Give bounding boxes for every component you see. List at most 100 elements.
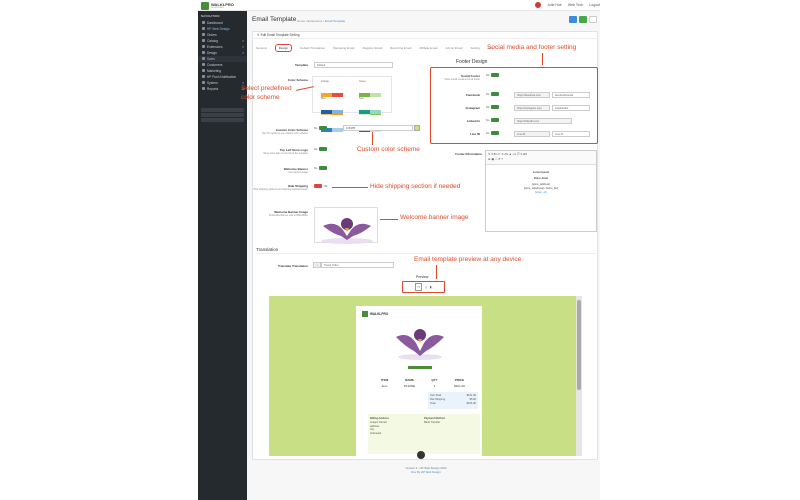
social-row-toggle[interactable]: No — [486, 118, 500, 122]
sidebar-item-label: Reports — [202, 87, 218, 91]
tab-recurring-email[interactable]: Recurring Email — [390, 46, 411, 50]
annotation-banner: Welcome banner image — [400, 214, 469, 221]
social-url-input[interactable]: https://linkedin.com — [514, 118, 572, 124]
annotation-preview: Email template preview at any device — [414, 256, 522, 263]
tab-design[interactable]: Design — [274, 44, 293, 52]
apply-button[interactable] — [579, 16, 587, 23]
welcome-banner-help: Use banner image — [288, 171, 308, 174]
scheme-teal[interactable] — [359, 101, 381, 137]
footer-dev[interactable]: Dev By HP Web Design — [376, 470, 476, 474]
payment-value: Bank Transfer — [424, 421, 441, 424]
table-cell: Item — [381, 384, 388, 388]
toggle-no: No — [486, 118, 490, 122]
email-logo: WALKLPRO — [362, 311, 388, 317]
toggle-no: No — [486, 92, 490, 96]
social-footer-toggle[interactable]: No — [486, 73, 500, 77]
color-scheme-label: Color Scheme — [287, 78, 308, 82]
banner-image-upload[interactable] — [314, 207, 378, 244]
tab-register-email[interactable]: Register Email — [363, 46, 383, 50]
tab-general[interactable]: General — [256, 46, 267, 50]
breadcrumb-extensions[interactable]: Extensions — [308, 19, 323, 23]
sidebar-item-label: Dashboard — [202, 21, 223, 25]
table-header: ITEM — [380, 378, 389, 382]
social-url-input[interactable]: Line ID — [514, 131, 550, 137]
sidebar-title: NAVIGATION — [201, 14, 220, 18]
mobile-icon[interactable]: ▮ — [430, 285, 432, 289]
social-url-input[interactable]: https://facebook.com — [514, 92, 550, 98]
social-handle-input[interactable]: instahandle — [552, 105, 590, 111]
social-row-label: Line ID — [469, 132, 480, 136]
divider — [256, 253, 596, 254]
tablet-icon[interactable]: ▯ — [425, 285, 427, 289]
breadcrumb-current[interactable]: Email Template — [325, 19, 345, 23]
table-cell: 1 — [433, 384, 436, 388]
welcome-banner-toggle[interactable]: No — [314, 166, 328, 170]
social-url-input[interactable]: https://instagram.com — [514, 105, 550, 111]
logo[interactable]: WALKLPRO SOLUTIONS — [198, 0, 247, 11]
sidebar-stat-bar — [201, 108, 244, 112]
sidebar-stat-bar — [201, 118, 244, 122]
save-button[interactable] — [569, 16, 577, 23]
footer-info-line: Lorem Ipsum — [532, 171, 550, 174]
table-header: PRICE — [454, 378, 465, 382]
toggle-no: No — [314, 166, 318, 170]
total-label: Total — [430, 402, 436, 405]
color-scheme-picker[interactable]: Orange Green Blue Teal — [312, 76, 392, 132]
menu-icon — [202, 57, 205, 60]
toggle-switch[interactable] — [491, 118, 500, 122]
toggle-switch[interactable] — [319, 147, 328, 151]
social-row-toggle[interactable]: No — [486, 92, 500, 96]
tab-marketing-email[interactable]: Marketing Email — [333, 46, 355, 50]
scheme-blue[interactable] — [321, 101, 343, 137]
translation-input[interactable]: Thank Order — [321, 262, 394, 268]
annotation-hide: Hide shipping section if needed — [370, 183, 461, 190]
social-row-toggle[interactable]: No — [486, 105, 500, 109]
store-name[interactable]: Web Tech — [568, 3, 583, 7]
user-name[interactable]: Jolie Hoe — [547, 3, 562, 7]
logo-text: WALKLPRO — [211, 1, 234, 7]
sidebar-item-label: Extensions — [202, 45, 223, 49]
menu-icon — [202, 69, 205, 72]
avatar[interactable] — [535, 2, 542, 8]
toggle-switch[interactable] — [314, 184, 322, 188]
toggle-switch[interactable] — [319, 126, 328, 130]
social-handle-input[interactable]: Line ID — [552, 131, 590, 137]
template-label: Template — [295, 63, 308, 67]
sidebar-item-label: System — [202, 81, 218, 85]
back-button[interactable] — [589, 16, 597, 23]
toggle-switch[interactable] — [491, 131, 500, 135]
menu-icon — [202, 75, 205, 78]
toggle-switch[interactable] — [491, 92, 500, 96]
social-row-toggle[interactable]: No — [486, 131, 500, 135]
toggle-switch[interactable] — [491, 73, 500, 77]
preview-scrollbar[interactable] — [576, 296, 582, 456]
hide-shipping-toggle[interactable]: No — [314, 184, 327, 188]
top-left-logo-help: Show store logo on top left of the templ… — [263, 152, 308, 155]
logout-link[interactable]: Logout — [589, 3, 600, 7]
toggle-switch[interactable] — [319, 166, 328, 170]
hide-shipping-help: Hide shipping address and shipping metho… — [253, 188, 308, 191]
flag-icon: ▪ — [313, 262, 321, 268]
color-swatch-button[interactable] — [414, 125, 420, 131]
tab-setting[interactable]: Setting — [470, 46, 479, 50]
top-left-logo-toggle[interactable]: No — [314, 147, 328, 151]
menu-icon — [202, 39, 205, 42]
tab-affiliate-email[interactable]: Affiliate Email — [419, 46, 437, 50]
tab-admin-email[interactable]: Admin Email — [446, 46, 463, 50]
annotation-arrow — [436, 265, 437, 279]
custom-color-input[interactable]: #c8df85 — [343, 125, 413, 131]
desktop-icon[interactable]: ▭ — [415, 283, 423, 291]
menu-icon — [202, 27, 205, 30]
social-handle-input[interactable]: facebookhandle — [552, 92, 590, 98]
sidebar-item[interactable]: Reports > — [198, 86, 247, 92]
scroll-handle[interactable] — [417, 451, 425, 459]
toggle-switch[interactable] — [491, 105, 500, 109]
footer-info-editor[interactable]: ✎ ▾ B U I ✕ A▾ ▲ ▪ ≡ ☰ ▾ ⊞▾ ⊕ ▣ ⛶ ↺ ? Lor… — [485, 150, 597, 232]
breadcrumb: Home / Extensions / Email Template — [297, 19, 346, 23]
custom-color-toggle[interactable]: No — [314, 126, 328, 130]
breadcrumb-home[interactable]: Home — [297, 19, 305, 23]
template-select[interactable]: Default — [314, 62, 393, 68]
toggle-no: No — [486, 131, 490, 135]
tab-default-translation[interactable]: Default Translation — [300, 46, 325, 50]
editor-toolbar[interactable]: ✎ ▾ B U I ✕ A▾ ▲ ▪ ≡ ☰ ▾ ⊞▾ ⊕ ▣ ⛶ ↺ ? — [486, 151, 596, 165]
